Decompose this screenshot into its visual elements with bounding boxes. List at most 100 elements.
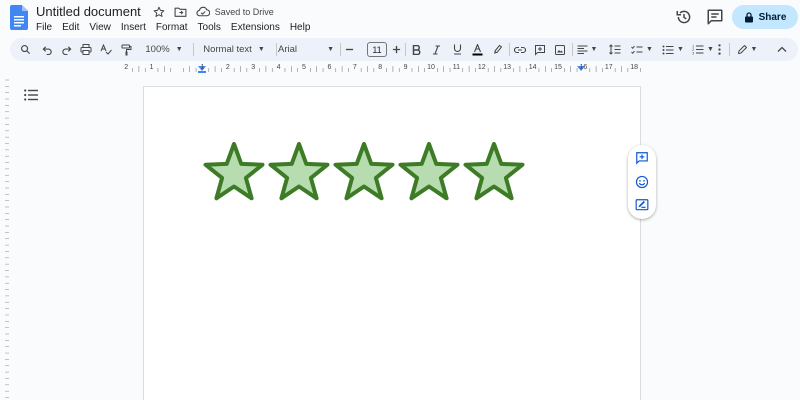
undo-icon[interactable] bbox=[40, 42, 54, 57]
chevron-down-icon: ▼ bbox=[175, 46, 183, 53]
menu-format[interactable]: Format bbox=[156, 22, 188, 33]
title-row: Untitled document Saved to Drive bbox=[36, 3, 274, 20]
redo-icon[interactable] bbox=[59, 42, 73, 57]
ruler-label: 6 bbox=[327, 64, 332, 71]
hide-menus-icon[interactable] bbox=[775, 42, 789, 57]
insert-link-icon[interactable] bbox=[513, 42, 527, 57]
toolbar-divider bbox=[340, 43, 341, 56]
docs-logo-icon[interactable] bbox=[10, 5, 28, 30]
menu-edit[interactable]: Edit bbox=[62, 22, 79, 33]
decrease-font-size-button[interactable] bbox=[343, 42, 355, 57]
text-color-icon[interactable] bbox=[470, 42, 484, 57]
ruler-label: 2 bbox=[225, 64, 230, 71]
star-shape[interactable] bbox=[203, 142, 265, 201]
search-menus-icon[interactable] bbox=[18, 42, 32, 57]
floating-action-rail bbox=[628, 145, 656, 219]
ruler-label: 1 bbox=[200, 64, 205, 71]
menu-insert[interactable]: Insert bbox=[121, 22, 146, 33]
ruler-label: 7 bbox=[352, 64, 357, 71]
insert-image-icon[interactable] bbox=[553, 42, 567, 57]
underline-icon[interactable] bbox=[450, 42, 464, 57]
spellcheck-icon[interactable] bbox=[99, 42, 113, 57]
ruler-label: 14 bbox=[528, 64, 537, 71]
editing-mode-select[interactable]: ▼ bbox=[734, 42, 760, 57]
ruler-label: 8 bbox=[378, 64, 383, 71]
document-title[interactable]: Untitled document bbox=[36, 4, 141, 19]
add-emoji-reaction-icon[interactable] bbox=[634, 174, 650, 190]
menu-tools[interactable]: Tools bbox=[198, 22, 221, 33]
menu-view[interactable]: View bbox=[89, 22, 111, 33]
star-shape[interactable] bbox=[398, 142, 460, 201]
print-icon[interactable] bbox=[79, 42, 93, 57]
ruler-label: 16 bbox=[579, 64, 588, 71]
highlight-color-icon[interactable] bbox=[490, 42, 504, 57]
ruler-ticks bbox=[132, 66, 641, 73]
paint-format-icon[interactable] bbox=[119, 42, 133, 57]
left-indent-marker[interactable] bbox=[198, 71, 206, 73]
line-spacing-icon[interactable] bbox=[608, 42, 622, 57]
toolbar-divider bbox=[405, 43, 406, 56]
move-folder-icon[interactable] bbox=[173, 4, 189, 20]
more-options-icon[interactable] bbox=[715, 42, 723, 57]
version-history-icon[interactable] bbox=[675, 8, 693, 26]
paragraph-style-value: Normal text bbox=[203, 44, 252, 55]
horizontal-ruler[interactable]: 2 1 1 2 3 4 5 6 7 8 9 10 11 12 13 14 15 16 17 18 bbox=[0, 62, 800, 76]
paragraph-style-select[interactable]: Normal text ▼ bbox=[195, 42, 273, 57]
chevron-down-icon: ▼ bbox=[750, 46, 758, 53]
align-select[interactable]: ▼ bbox=[575, 42, 599, 57]
toolbar-divider bbox=[193, 43, 194, 56]
font-size-input[interactable]: 11 bbox=[367, 42, 387, 57]
svg-text:3: 3 bbox=[692, 52, 694, 56]
ruler-label: 9 bbox=[403, 64, 408, 71]
ruler-label: 15 bbox=[554, 64, 562, 71]
chevron-down-icon: ▼ bbox=[327, 46, 334, 53]
bulleted-list-select[interactable]: ▼ bbox=[661, 42, 685, 57]
document-outline-icon[interactable] bbox=[24, 89, 38, 101]
star-icon[interactable] bbox=[151, 4, 167, 20]
star-rating-drawing[interactable] bbox=[203, 142, 528, 204]
star-shape[interactable] bbox=[463, 142, 525, 201]
ruler-label: 13 bbox=[503, 64, 512, 71]
numbered-list-select[interactable]: 1 2 3 ▼ bbox=[691, 42, 715, 57]
ruler-label: 18 bbox=[630, 64, 639, 71]
add-comment-icon[interactable] bbox=[533, 42, 547, 57]
ruler-label: 11 bbox=[452, 64, 461, 71]
ruler-label: 12 bbox=[477, 64, 486, 71]
vertical-ruler-ticks bbox=[5, 79, 9, 398]
comments-icon[interactable] bbox=[706, 8, 724, 26]
font-family-value: Arial bbox=[278, 44, 298, 55]
document-page[interactable] bbox=[143, 86, 641, 400]
share-button[interactable]: Share bbox=[732, 5, 798, 29]
share-label: Share bbox=[758, 11, 787, 23]
ruler-label: 10 bbox=[427, 64, 435, 71]
chevron-down-icon: ▼ bbox=[707, 46, 714, 53]
saved-status: Saved to Drive bbox=[214, 6, 274, 17]
chevron-down-icon: ▼ bbox=[646, 46, 653, 53]
ruler-label: 5 bbox=[302, 64, 306, 71]
ruler-label: 4 bbox=[276, 64, 281, 71]
increase-font-size-button[interactable] bbox=[390, 42, 402, 57]
menu-bar: File Edit View Insert Format Tools Exten… bbox=[36, 20, 320, 34]
cloud-done-icon[interactable] bbox=[195, 4, 211, 20]
lock-icon bbox=[744, 11, 753, 22]
toolbar-divider bbox=[509, 43, 510, 56]
toolbar: 100% ▼ Normal text ▼ Arial ▼ 11 ▼ ▼ ▼ 1 … bbox=[10, 38, 798, 61]
zoom-select[interactable]: 100% ▼ bbox=[140, 42, 188, 57]
suggest-edits-icon[interactable] bbox=[634, 197, 650, 213]
chevron-down-icon: ▼ bbox=[257, 46, 265, 53]
menu-help[interactable]: Help bbox=[290, 22, 311, 33]
star-shape[interactable] bbox=[333, 142, 395, 201]
ruler-label: 17 bbox=[604, 64, 613, 71]
menu-file[interactable]: File bbox=[36, 22, 52, 33]
bold-icon[interactable] bbox=[409, 42, 423, 57]
vertical-ruler[interactable] bbox=[0, 76, 10, 400]
font-family-select[interactable]: Arial ▼ bbox=[278, 42, 336, 57]
toolbar-divider bbox=[729, 43, 730, 56]
ruler-label: 3 bbox=[251, 64, 256, 71]
italic-icon[interactable] bbox=[429, 42, 443, 57]
checklist-select[interactable]: ▼ bbox=[630, 42, 654, 57]
zoom-value: 100% bbox=[145, 44, 170, 55]
star-shape[interactable] bbox=[268, 142, 330, 201]
add-comment-icon[interactable] bbox=[634, 150, 650, 166]
menu-extensions[interactable]: Extensions bbox=[231, 22, 280, 33]
